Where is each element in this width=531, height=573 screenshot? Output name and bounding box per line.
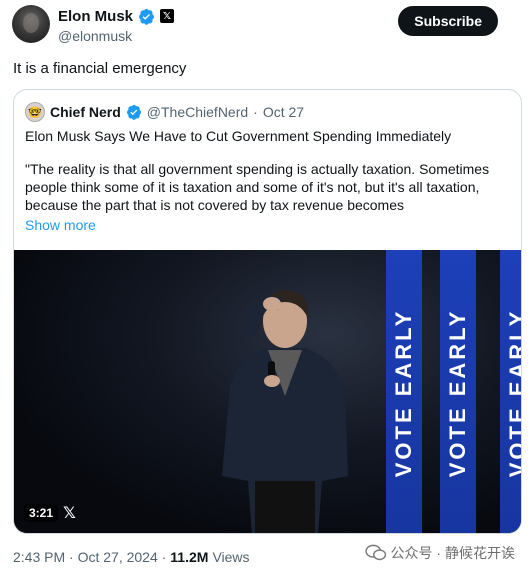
subscribe-button[interactable]: Subscribe bbox=[398, 6, 498, 36]
wechat-icon bbox=[364, 544, 386, 561]
quote-separator: · bbox=[253, 104, 258, 120]
video-duration: 3:21 bbox=[24, 504, 59, 522]
x-affiliation-icon: 𝕏 bbox=[160, 9, 175, 23]
verified-badge-icon bbox=[139, 8, 154, 25]
show-more-link[interactable]: Show more bbox=[25, 217, 96, 233]
x-logo-icon: 𝕏 bbox=[63, 505, 76, 522]
quote-title: Elon Musk Says We Have to Cut Government… bbox=[25, 128, 452, 144]
wechat-watermark: 公众号 · 静候花开诶 bbox=[364, 543, 515, 563]
tweet-timestamp[interactable]: 2:43 PM · Oct 27, 2024 · bbox=[13, 549, 166, 565]
quote-video[interactable]: VOTE EARLY VOTE EARLY VOTE EARLY 3:21 𝕏 bbox=[14, 250, 521, 533]
watermark-text: 公众号 · 静候花开诶 bbox=[390, 545, 515, 561]
quoted-tweet[interactable]: 🤓 Chief Nerd @TheChiefNerd · Oct 27 Elon… bbox=[13, 89, 522, 534]
views-count: 11.2M bbox=[170, 549, 209, 565]
quote-verified-badge-icon bbox=[126, 104, 141, 120]
quote-body: "The reality is that all government spen… bbox=[25, 161, 490, 213]
vote-early-banner: VOTE EARLY bbox=[440, 250, 476, 533]
speaker-figure bbox=[222, 290, 348, 533]
author-name-row: Elon Musk 𝕏 bbox=[58, 6, 175, 26]
tweet-text: It is a financial emergency bbox=[13, 60, 187, 77]
tweet-author: Elon Musk 𝕏 @elonmusk bbox=[58, 6, 175, 44]
quote-author-handle: @TheChiefNerd bbox=[146, 104, 249, 120]
vote-early-banner: VOTE EARLY bbox=[386, 250, 422, 533]
author-avatar[interactable] bbox=[12, 5, 50, 43]
tweet-footer: 2:43 PM · Oct 27, 2024 · 11.2M Views bbox=[13, 549, 250, 565]
vote-early-banner: VOTE EARLY bbox=[500, 250, 521, 533]
quote-date: Oct 27 bbox=[262, 104, 305, 120]
quote-author-avatar: 🤓 bbox=[25, 102, 45, 122]
author-name[interactable]: Elon Musk bbox=[58, 8, 133, 25]
quote-author-name: Chief Nerd bbox=[50, 104, 121, 120]
views-label: Views bbox=[212, 549, 250, 565]
quote-header: 🤓 Chief Nerd @TheChiefNerd · Oct 27 bbox=[25, 102, 304, 122]
author-handle[interactable]: @elonmusk bbox=[58, 28, 174, 44]
